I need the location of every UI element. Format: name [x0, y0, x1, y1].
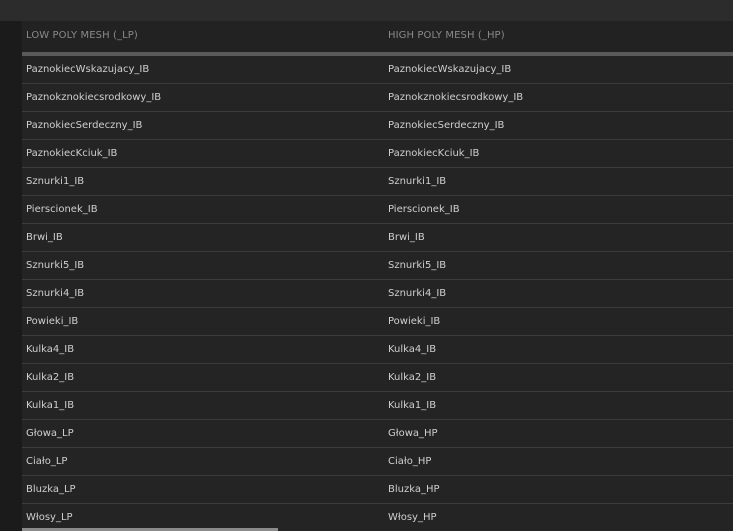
table-row[interactable]: Kulka1_IB Kulka1_IB — [22, 392, 733, 420]
table-row[interactable]: Powieki_IB Powieki_IB — [22, 308, 733, 336]
high-poly-mesh-name[interactable]: Włosy_HP — [388, 512, 437, 523]
table-row[interactable]: PaznokiecKciuk_IB PaznokiecKciuk_IB — [22, 140, 733, 168]
table-row[interactable]: Kulka4_IB Kulka4_IB — [22, 336, 733, 364]
table-row[interactable]: Sznurki5_IB Sznurki5_IB — [22, 252, 733, 280]
high-poly-mesh-name[interactable]: Powieki_IB — [388, 316, 440, 327]
low-poly-mesh-name[interactable]: Sznurki4_IB — [26, 288, 84, 299]
high-poly-mesh-name[interactable]: Ciało_HP — [388, 456, 431, 467]
mesh-table: LOW POLY MESH (_LP) HIGH POLY MESH (_HP)… — [22, 21, 733, 531]
low-poly-mesh-name[interactable]: PaznokiecWskazujacy_IB — [26, 64, 149, 75]
table-row[interactable]: Pierscionek_IB Pierscionek_IB — [22, 196, 733, 224]
table-row[interactable]: Włosy_LP Włosy_HP — [22, 504, 733, 531]
column-header-low-poly[interactable]: LOW POLY MESH (_LP) — [26, 30, 138, 41]
low-poly-mesh-name[interactable]: Sznurki1_IB — [26, 176, 84, 187]
table-row[interactable]: Sznurki1_IB Sznurki1_IB — [22, 168, 733, 196]
high-poly-mesh-name[interactable]: PaznokiecWskazujacy_IB — [388, 64, 511, 75]
column-header-high-poly[interactable]: HIGH POLY MESH (_HP) — [388, 30, 505, 41]
low-poly-mesh-name[interactable]: PaznokiecKciuk_IB — [26, 148, 117, 159]
low-poly-mesh-name[interactable]: Paznokznokiecsrodkowy_IB — [26, 92, 161, 103]
high-poly-mesh-name[interactable]: Kulka2_IB — [388, 372, 436, 383]
low-poly-mesh-name[interactable]: Powieki_IB — [26, 316, 78, 327]
table-row[interactable]: Ciało_LP Ciało_HP — [22, 448, 733, 476]
low-poly-mesh-name[interactable]: Ciało_LP — [26, 456, 67, 467]
mesh-pairing-window: LOW POLY MESH (_LP) HIGH POLY MESH (_HP)… — [0, 0, 733, 531]
table-body: PaznokiecWskazujacy_IB PaznokiecWskazujac… — [22, 56, 733, 531]
high-poly-mesh-name[interactable]: Kulka4_IB — [388, 344, 436, 355]
table-row[interactable]: Bluzka_LP Bluzka_HP — [22, 476, 733, 504]
top-bar — [0, 0, 733, 21]
high-poly-mesh-name[interactable]: Paznokznokiecsrodkowy_IB — [388, 92, 523, 103]
low-poly-mesh-name[interactable]: Pierscionek_IB — [26, 204, 98, 215]
high-poly-mesh-name[interactable]: Kulka1_IB — [388, 400, 436, 411]
low-poly-mesh-name[interactable]: Włosy_LP — [26, 512, 73, 523]
low-poly-mesh-name[interactable]: Bluzka_LP — [26, 484, 76, 495]
high-poly-mesh-name[interactable]: Bluzka_HP — [388, 484, 440, 495]
table-row[interactable]: Sznurki4_IB Sznurki4_IB — [22, 280, 733, 308]
low-poly-mesh-name[interactable]: Sznurki5_IB — [26, 260, 84, 271]
table-header: LOW POLY MESH (_LP) HIGH POLY MESH (_HP) — [22, 21, 733, 52]
high-poly-mesh-name[interactable]: Sznurki5_IB — [388, 260, 446, 271]
table-row[interactable]: Paznokznokiecsrodkowy_IB Paznokznokiecsro… — [22, 84, 733, 112]
low-poly-mesh-name[interactable]: Brwi_IB — [26, 232, 63, 243]
high-poly-mesh-name[interactable]: Sznurki1_IB — [388, 176, 446, 187]
table-row[interactable]: Kulka2_IB Kulka2_IB — [22, 364, 733, 392]
low-poly-mesh-name[interactable]: Kulka1_IB — [26, 400, 74, 411]
high-poly-mesh-name[interactable]: Głowa_HP — [388, 428, 438, 439]
low-poly-mesh-name[interactable]: Głowa_LP — [26, 428, 74, 439]
low-poly-mesh-name[interactable]: PaznokiecSerdeczny_IB — [26, 120, 142, 131]
high-poly-mesh-name[interactable]: PaznokiecSerdeczny_IB — [388, 120, 504, 131]
table-row[interactable]: PaznokiecWskazujacy_IB PaznokiecWskazujac… — [22, 56, 733, 84]
table-row[interactable]: Brwi_IB Brwi_IB — [22, 224, 733, 252]
high-poly-mesh-name[interactable]: PaznokiecKciuk_IB — [388, 148, 479, 159]
high-poly-mesh-name[interactable]: Brwi_IB — [388, 232, 425, 243]
high-poly-mesh-name[interactable]: Pierscionek_IB — [388, 204, 460, 215]
low-poly-mesh-name[interactable]: Kulka4_IB — [26, 344, 74, 355]
table-row[interactable]: PaznokiecSerdeczny_IB PaznokiecSerdeczny_… — [22, 112, 733, 140]
high-poly-mesh-name[interactable]: Sznurki4_IB — [388, 288, 446, 299]
table-row[interactable]: Głowa_LP Głowa_HP — [22, 420, 733, 448]
low-poly-mesh-name[interactable]: Kulka2_IB — [26, 372, 74, 383]
